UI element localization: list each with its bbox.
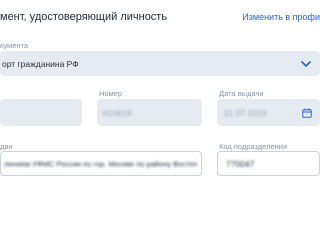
issued-by-label: дан [0,142,13,151]
division-code-value: 770047 [226,158,255,169]
number-label: Номер [99,89,123,98]
issue-date-value: 21.07.2019 [224,107,267,118]
document-type-label: кумента [0,41,29,50]
issue-date-field[interactable]: 21.07.2019 [217,99,320,126]
page-title: мент, удостоверяющий личность [0,11,168,23]
edit-in-profile-link[interactable]: Изменить в профи [242,12,320,22]
division-code-label: Код подразделения [219,142,288,151]
document-type-select[interactable]: орт гражданина РФ [0,51,320,76]
chevron-down-icon [301,60,311,67]
calendar-icon[interactable] [302,108,312,118]
number-field[interactable]: 815819 [97,99,202,126]
number-value: 815819 [103,107,132,118]
issued-by-field[interactable]: лением УФМС России по гор. Москве по рай… [0,151,202,176]
issue-date-label: Дата выдачи [219,89,264,98]
division-code-field[interactable]: 770047 [217,151,320,176]
series-field[interactable] [0,99,82,126]
document-type-value: орт гражданина РФ [2,58,79,69]
issued-by-value: лением УФМС России по гор. Москве по рай… [4,159,198,168]
